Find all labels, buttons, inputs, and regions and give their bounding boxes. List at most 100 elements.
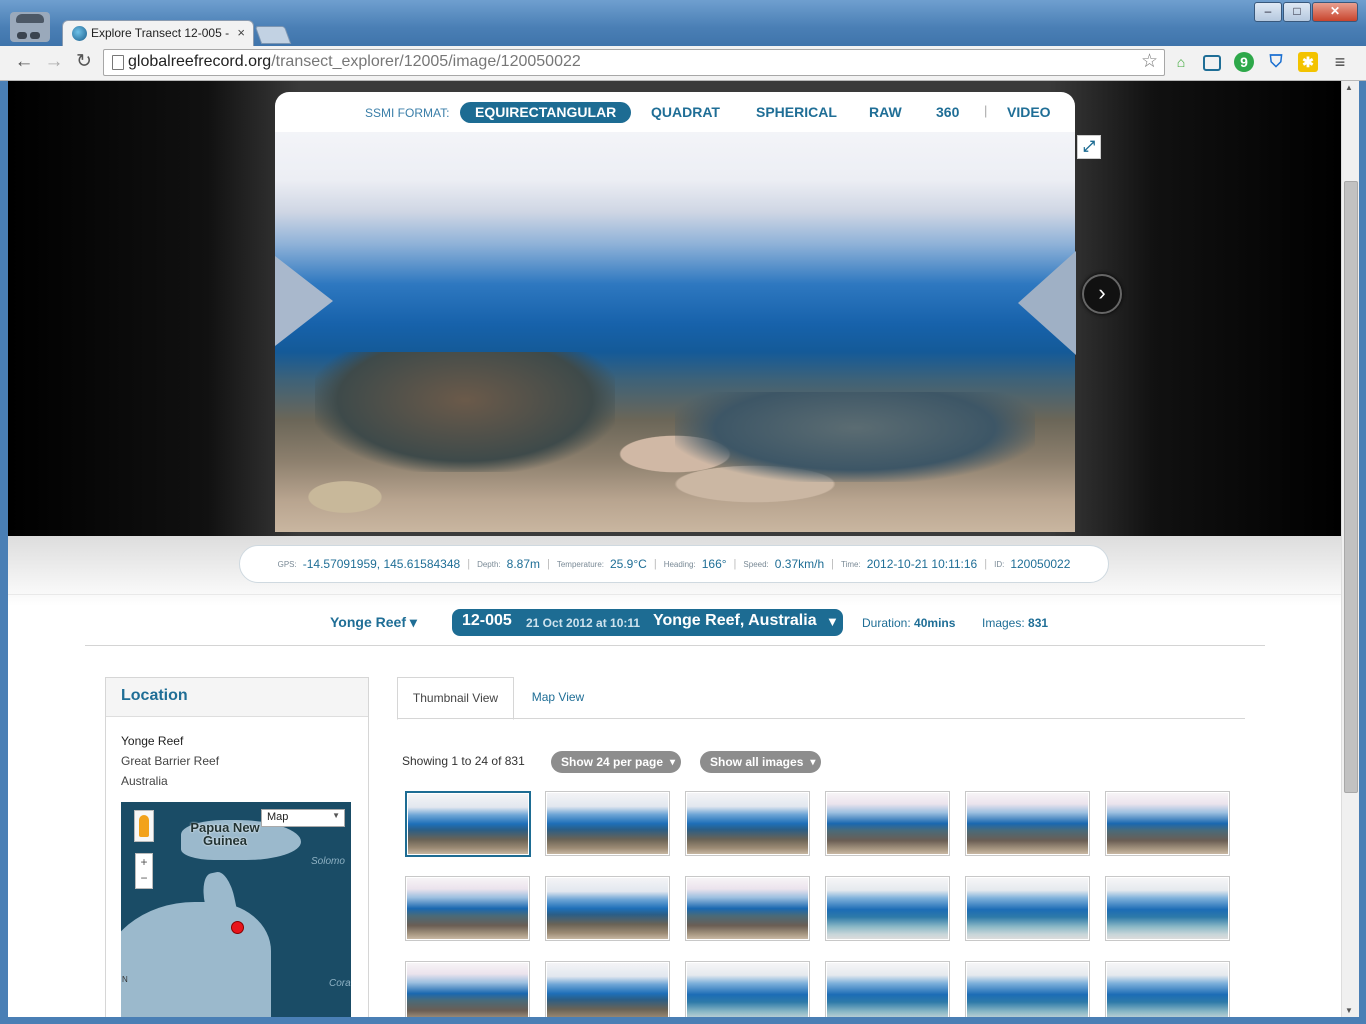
tab-map-view[interactable]: Map View: [518, 677, 598, 718]
map-zoom-control: + −: [135, 853, 153, 889]
map-type-label: Map: [267, 811, 289, 823]
thumbnail[interactable]: [825, 876, 950, 941]
chrome-menu-icon[interactable]: ≡: [1330, 52, 1350, 72]
new-tab-button[interactable]: [254, 26, 292, 44]
tab-thumbnail-view[interactable]: Thumbnail View: [397, 677, 514, 720]
thumbnail[interactable]: [405, 876, 530, 941]
meta-separator: |: [547, 558, 550, 570]
extension-puzzle-icon[interactable]: ✱: [1298, 52, 1318, 72]
thumbnail[interactable]: [965, 876, 1090, 941]
window-titlebar: Explore Transect 12-005 - Global Reef Re…: [0, 0, 1366, 47]
address-bar[interactable]: globalreefrecord.org/transect_explorer/1…: [103, 49, 1165, 76]
close-window-button[interactable]: ✕: [1312, 2, 1358, 22]
format-separator: |: [984, 103, 988, 118]
extension-shield-icon[interactable]: ⛉: [1266, 52, 1286, 72]
transect-dropdown[interactable]: 12-005 21 Oct 2012 at 10:11 Yonge Reef, …: [452, 609, 843, 636]
zoom-out-button[interactable]: −: [136, 870, 152, 886]
street-view-pegman[interactable]: [134, 810, 154, 842]
location-title: Location: [121, 687, 188, 704]
meta-separator: |: [653, 558, 657, 570]
bookmark-star-icon[interactable]: ☆: [1141, 50, 1158, 73]
thumbnail[interactable]: [685, 791, 810, 856]
heading-value: 166°: [701, 557, 727, 571]
time-value: 2012-10-21 10:11:16: [866, 557, 978, 571]
thumbnail[interactable]: [545, 961, 670, 1017]
duration-label: Duration:: [862, 616, 911, 630]
showing-count: Showing 1 to 24 of 831: [402, 754, 525, 768]
thumbnail-image: [687, 963, 808, 1017]
id-value: 120050022: [1010, 557, 1071, 571]
incognito-glasses-icon: [17, 26, 43, 39]
extension-evernote-icon[interactable]: 9: [1234, 52, 1254, 72]
extension-home-icon[interactable]: ⌂: [1171, 52, 1191, 72]
images-value: 831: [1028, 616, 1049, 630]
thumbnail-image: [967, 878, 1088, 939]
thumbnail[interactable]: [685, 876, 810, 941]
transect-id: 12-005: [462, 612, 512, 629]
format-tab-quadrat[interactable]: QUADRAT: [651, 102, 720, 123]
thumbnail[interactable]: [965, 961, 1090, 1017]
page-scrollbar[interactable]: ▲ ▼: [1341, 81, 1359, 1017]
back-arrow-icon[interactable]: ←: [12, 50, 36, 74]
next-image-triangle[interactable]: [1018, 251, 1076, 355]
fullscreen-icon[interactable]: ⤢: [1077, 135, 1101, 159]
map-label-coral: Cora: [329, 978, 351, 989]
images-label: Images:: [982, 616, 1025, 630]
map-marker-icon[interactable]: [231, 921, 244, 934]
prev-image-triangle[interactable]: [275, 256, 333, 346]
section-divider: [85, 645, 1265, 646]
maximize-button[interactable]: □: [1283, 2, 1311, 22]
meta-separator: |: [984, 558, 988, 570]
thumbnail-image: [1107, 793, 1228, 854]
thumbnail-image: [547, 878, 668, 939]
thumbnail[interactable]: [405, 791, 531, 857]
zoom-in-button[interactable]: +: [136, 854, 152, 870]
per-page-button[interactable]: Show 24 per page ▾: [551, 751, 682, 773]
thumbnail[interactable]: [825, 961, 950, 1017]
format-tab-equirectangular[interactable]: EQUIRECTANGULAR: [460, 102, 632, 123]
window-frame-bottom: [0, 1017, 1366, 1024]
reload-icon[interactable]: ↻: [72, 50, 96, 74]
gps-label: GPS:: [277, 559, 297, 569]
thumbnail[interactable]: [1105, 961, 1230, 1017]
forward-arrow-icon[interactable]: →: [42, 50, 66, 74]
chevron-down-icon: ▾: [810, 757, 816, 768]
minimize-button[interactable]: –: [1254, 2, 1282, 22]
extension-screen-icon[interactable]: [1203, 55, 1221, 71]
thumbnail[interactable]: [545, 791, 670, 856]
thumbnail-image: [687, 793, 808, 854]
thumbnail[interactable]: [1105, 876, 1230, 941]
format-tab-video[interactable]: VIDEO: [1007, 102, 1051, 123]
url-text[interactable]: globalreefrecord.org/transect_explorer/1…: [128, 53, 581, 71]
meta-separator: |: [733, 558, 737, 570]
thumbnail[interactable]: [825, 791, 950, 856]
location-map[interactable]: Papua New Guinea Solomo Cora N + − Map ▼: [121, 802, 351, 1017]
thumbnail[interactable]: [685, 961, 810, 1017]
thumbnail[interactable]: [405, 961, 530, 1017]
duration-value: 40mins: [914, 616, 956, 630]
thumbnail[interactable]: [545, 876, 670, 941]
thumbnail[interactable]: [1105, 791, 1230, 856]
metadata-row: GPS: -14.57091959, 145.61584348 | Depth:…: [240, 546, 1108, 582]
scroll-thumb[interactable]: [1344, 181, 1358, 793]
thumbnail-image: [408, 794, 528, 854]
next-image-button[interactable]: ›: [1082, 274, 1122, 314]
meta-separator: |: [831, 558, 834, 570]
format-tab-raw[interactable]: RAW: [869, 102, 902, 123]
thumbnail[interactable]: [965, 791, 1090, 856]
browser-tab[interactable]: Explore Transect 12-005 - Global Reef Re…: [62, 20, 254, 47]
scroll-up-icon[interactable]: ▲: [1345, 83, 1353, 92]
map-label-north: N: [122, 975, 128, 984]
format-tab-spherical[interactable]: SPHERICAL: [756, 102, 837, 123]
show-all-button[interactable]: Show all images ▾: [700, 751, 822, 773]
per-page-label: Show 24 per page: [561, 755, 664, 769]
location-country: Australia: [121, 774, 168, 788]
panorama-image[interactable]: [275, 132, 1075, 532]
reef-dropdown[interactable]: Yonge Reef ▾: [330, 614, 417, 631]
tab-close-icon[interactable]: ×: [237, 25, 245, 40]
format-tab-360[interactable]: 360: [936, 102, 959, 123]
map-type-select[interactable]: Map ▼: [261, 809, 345, 827]
section-divider: [8, 594, 1341, 595]
scroll-down-icon[interactable]: ▼: [1345, 1006, 1353, 1015]
location-header: Location: [106, 678, 368, 717]
